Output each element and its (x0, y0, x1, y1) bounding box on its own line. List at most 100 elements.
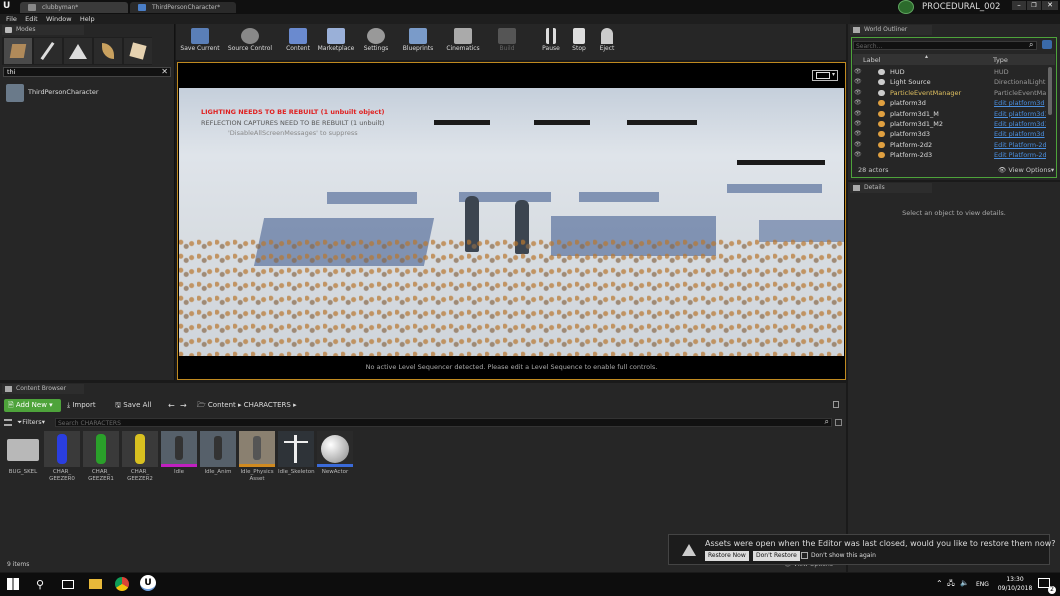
file-explorer-icon[interactable] (89, 579, 102, 589)
asset-tile[interactable]: CHAR_ GEEZER2 (122, 431, 158, 491)
asset-tile[interactable]: Idle (161, 431, 197, 491)
filters-button[interactable]: ⏷Filters▾ (17, 417, 45, 427)
restore-now-button[interactable]: Restore Now (705, 551, 749, 561)
actor-type[interactable]: Edit platform3d (994, 129, 1046, 139)
visibility-eye-icon[interactable]: 👁 (854, 98, 862, 108)
source-control-button[interactable]: Source Control (224, 26, 276, 58)
dont-restore-button[interactable]: Don't Restore (753, 551, 800, 561)
windows-start-icon[interactable] (7, 578, 19, 590)
asset-tile[interactable]: CHAR_ GEEZER1 (83, 431, 119, 491)
visibility-eye-icon[interactable]: 👁 (854, 77, 862, 87)
import-button[interactable]: ⤓ Import (67, 399, 96, 412)
network-icon[interactable]: 🖧 (947, 579, 955, 590)
task-view-icon[interactable] (62, 580, 74, 589)
eject-button[interactable]: Eject (594, 26, 620, 58)
visibility-eye-icon[interactable]: 👁 (854, 88, 862, 98)
maximize-button[interactable]: ❐ (1027, 1, 1041, 10)
outliner-row[interactable]: 👁 platform3d1_M2 Edit platform3d1_ (852, 119, 1048, 129)
history-forward-button[interactable]: → (180, 399, 187, 412)
asset-tile[interactable]: Idle_Anim (200, 431, 236, 491)
asset-tile[interactable]: Idle_Physics Asset (239, 431, 275, 491)
build-button[interactable]: Build (492, 26, 522, 58)
save-current-button[interactable]: Save Current (180, 26, 220, 58)
volume-icon[interactable]: 🔈 (960, 579, 969, 587)
tab-clubbyman[interactable]: clubbyman* (20, 2, 128, 13)
dont-show-checkbox[interactable] (801, 552, 808, 559)
geometry-mode-button[interactable] (124, 38, 152, 64)
visibility-eye-icon[interactable]: 👁 (854, 67, 862, 77)
settings-button[interactable]: Settings (360, 26, 392, 58)
lock-icon[interactable] (833, 401, 839, 408)
modes-search-field[interactable]: thi ✕ (3, 67, 171, 77)
asset-tile[interactable]: NewActor (317, 431, 353, 491)
actor-type[interactable]: Edit Platform-2d (994, 150, 1046, 160)
outliner-row[interactable]: 👁 platform3d Edit platform3d (852, 98, 1048, 108)
place-mode-button[interactable] (4, 38, 32, 64)
foliage-mode-button[interactable] (94, 38, 122, 64)
actor-type[interactable]: Edit Platform-2d (994, 140, 1046, 150)
breadcrumb-characters[interactable]: CHARACTERS (244, 401, 291, 409)
actor-type[interactable]: Edit platform3d (994, 98, 1046, 108)
content-browser-tab[interactable]: Content Browser (2, 384, 84, 394)
content-button[interactable]: Content (282, 26, 314, 58)
landscape-mode-button[interactable] (64, 38, 92, 64)
visibility-eye-icon[interactable]: 👁 (854, 119, 862, 129)
outliner-row[interactable]: 👁 Light Source DirectionalLight (852, 77, 1048, 87)
asset-tile[interactable]: BUG_SKEL (5, 431, 41, 491)
outliner-row[interactable]: 👁 platform3d3 Edit platform3d (852, 129, 1048, 139)
outliner-search-field[interactable]: Search... (853, 41, 1037, 50)
unreal-engine-icon[interactable]: U (140, 575, 156, 591)
visibility-eye-icon[interactable]: 👁 (854, 140, 862, 150)
visibility-eye-icon[interactable]: 👁 (854, 129, 862, 139)
actor-type[interactable]: Edit platform3d1_ (994, 109, 1046, 119)
clear-search-icon[interactable]: ✕ (161, 67, 168, 76)
content-search-field[interactable]: Search CHARACTERS ⌕ (55, 417, 832, 427)
asset-tile[interactable]: Idle_Skeleton (278, 431, 315, 491)
outliner-search-icon[interactable]: ⌕ (1029, 40, 1033, 50)
minimize-button[interactable]: – (1012, 1, 1026, 10)
stop-button[interactable]: Stop (566, 26, 592, 58)
menu-file[interactable]: File (6, 14, 17, 24)
save-all-button[interactable]: 🖫 Save All (115, 399, 151, 412)
modes-result-item[interactable]: ThirdPersonCharacter (6, 84, 166, 102)
search-icon[interactable]: ⌕ (825, 417, 829, 427)
search-icon[interactable]: ⚲ (36, 578, 54, 596)
type-column-header[interactable]: Type (993, 56, 1008, 64)
menu-edit[interactable]: Edit (25, 14, 38, 24)
tray-chevron-icon[interactable]: ⌃ (936, 579, 943, 588)
viewport-layout-button[interactable]: ▾ (812, 70, 838, 81)
marketplace-button[interactable]: Marketplace (315, 26, 357, 58)
sources-toggle-icon[interactable] (4, 419, 12, 426)
history-back-button[interactable]: ← (168, 399, 175, 412)
outliner-row[interactable]: 👁 Platform-2d2 Edit Platform-2d (852, 140, 1048, 150)
pause-button[interactable]: Pause (537, 26, 565, 58)
add-new-button[interactable]: 🗎 Add New ▾ (4, 399, 61, 412)
outliner-row[interactable]: 👁 Platform-2d3 Edit Platform-2d (852, 150, 1048, 160)
clock-date[interactable]: 09/10/2018 (995, 585, 1035, 592)
outliner-scrollbar[interactable] (1048, 67, 1052, 115)
tab-thirdpersoncharacter[interactable]: ThirdPersonCharacter* (130, 2, 236, 13)
outliner-row[interactable]: 👁 ParticleEventManager ParticleEventMan (852, 88, 1048, 98)
outliner-settings-icon[interactable] (1042, 40, 1052, 49)
paint-mode-button[interactable] (34, 38, 62, 64)
outliner-row[interactable]: 👁 HUD HUD (852, 67, 1048, 77)
asset-tile[interactable]: CHAR_ GEEZER0 (44, 431, 80, 491)
breadcrumb-content[interactable]: Content (208, 401, 236, 409)
unreal-logo-icon[interactable]: U (3, 1, 15, 13)
cinematics-button[interactable]: Cinematics (443, 26, 483, 58)
menu-help[interactable]: Help (80, 14, 95, 24)
level-viewport[interactable]: LIGHTING NEEDS TO BE REBUILT (1 unbuilt … (177, 62, 846, 380)
details-tab[interactable]: Details (850, 183, 932, 193)
outliner-view-options[interactable]: 👁 View Options▾ (998, 166, 1054, 174)
blueprints-button[interactable]: Blueprints (400, 26, 436, 58)
outliner-row[interactable]: 👁 platform3d1_M Edit platform3d1_ (852, 109, 1048, 119)
visibility-eye-icon[interactable]: 👁 (854, 109, 862, 119)
search-options-icon[interactable] (835, 419, 842, 426)
actor-type[interactable]: Edit platform3d1_ (994, 119, 1046, 129)
label-column-header[interactable]: Label (863, 56, 881, 64)
source-control-status-icon[interactable] (898, 0, 914, 14)
world-outliner-tab[interactable]: World Outliner (850, 25, 932, 35)
menu-window[interactable]: Window (46, 14, 72, 24)
clock-time[interactable]: 13:30 (1003, 576, 1027, 583)
chrome-icon[interactable] (115, 577, 129, 591)
